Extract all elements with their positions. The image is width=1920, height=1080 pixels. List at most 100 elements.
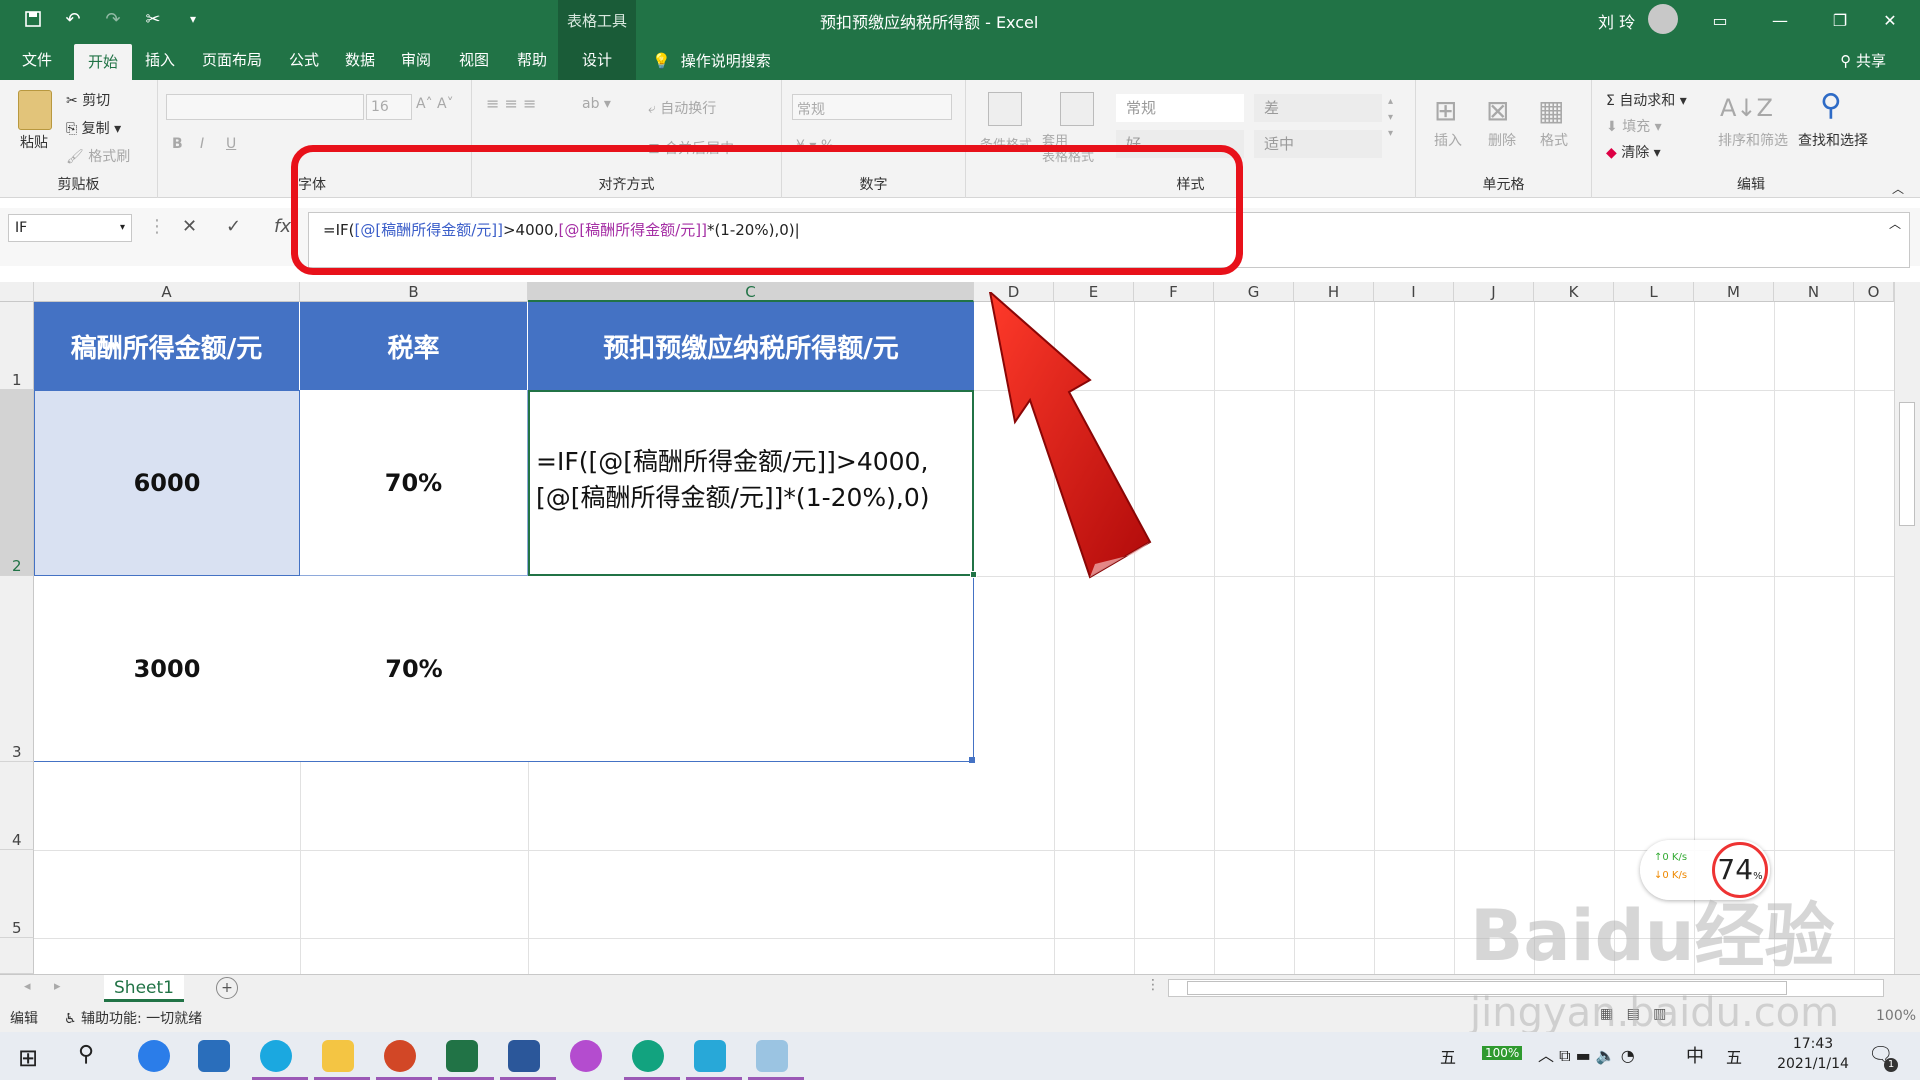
column-header-k[interactable]: K [1534, 282, 1614, 302]
clock-date[interactable]: 2021/1/14 [1768, 1056, 1858, 1072]
add-sheet-icon[interactable]: + [216, 977, 238, 999]
column-header-a[interactable]: A [34, 282, 300, 302]
paste-button[interactable]: 粘贴 [20, 132, 48, 152]
windows-start-icon[interactable]: ⊞ [18, 1044, 38, 1072]
split-handle[interactable]: ⋮ [1146, 977, 1160, 993]
row-header-4[interactable]: 4 [0, 762, 34, 850]
find-icon[interactable]: ⚲ [1820, 88, 1842, 123]
cancel-icon[interactable]: ✕ [182, 216, 197, 237]
orientation-icon[interactable]: ab ▾ [582, 96, 611, 112]
row-header-3[interactable]: 3 [0, 576, 34, 762]
sort-filter-icon[interactable]: A↓Z [1720, 94, 1773, 122]
excel-icon[interactable] [446, 1040, 478, 1072]
format-cells-icon[interactable]: ▦ [1538, 94, 1564, 127]
tab-view[interactable]: 视图 [450, 40, 498, 80]
sort-filter-button[interactable]: 排序和筛选 [1718, 130, 1788, 150]
column-header-l[interactable]: L [1614, 282, 1694, 302]
styles-scroll-icon[interactable]: ▴ ▾ ▾ [1388, 94, 1393, 142]
column-header-j[interactable]: J [1454, 282, 1534, 302]
tab-formulas[interactable]: 公式 [280, 40, 328, 80]
row-header-6[interactable] [0, 938, 34, 974]
autosum-button[interactable]: Σ 自动求和 ▾ [1606, 90, 1687, 110]
powerpoint-icon[interactable] [384, 1040, 416, 1072]
find-select-button[interactable]: 查找和选择 [1798, 130, 1868, 150]
insert-cells-button[interactable]: 插入 [1434, 130, 1462, 150]
sheet-nav-prev-icon[interactable]: ◂ [24, 979, 31, 994]
format-table-icon[interactable] [1060, 92, 1094, 126]
table-resize-handle[interactable] [969, 757, 975, 763]
format-cells-button[interactable]: 格式 [1540, 130, 1568, 150]
style-neutral[interactable]: 适中 [1254, 130, 1382, 158]
wrap-text-button[interactable]: ⤶ 自动换行 [648, 98, 716, 118]
number-format-select[interactable]: 常规 [792, 94, 952, 120]
undo-icon[interactable]: ↶ [60, 6, 86, 32]
font-name-select[interactable] [166, 94, 364, 120]
italic-button[interactable]: I [200, 136, 204, 152]
avatar[interactable] [1648, 4, 1678, 34]
table-header-prepaid[interactable]: 预扣预缴应纳税所得额/元 [528, 302, 974, 390]
column-header-i[interactable]: I [1374, 282, 1454, 302]
accessibility-status[interactable]: ♿ 辅助功能: 一切就绪 [64, 1008, 202, 1028]
app-tool-icon[interactable] [756, 1040, 788, 1072]
column-header-h[interactable]: H [1294, 282, 1374, 302]
select-all-corner[interactable] [0, 282, 34, 302]
close-icon[interactable]: ✕ [1860, 0, 1920, 40]
align-top-icon[interactable]: ≡ ≡ ≡ [486, 94, 536, 113]
copy-button[interactable]: ⎘ 复制 ▾ [66, 118, 121, 138]
tell-me-search[interactable]: 💡 操作说明搜索 [652, 50, 771, 71]
row-header-5[interactable]: 5 [0, 850, 34, 938]
column-header-o[interactable]: O [1854, 282, 1894, 302]
minimize-icon[interactable]: — [1750, 0, 1810, 40]
column-header-m[interactable]: M [1694, 282, 1774, 302]
cell-c2-active[interactable]: =IF([@[稿酬所得金额/元]]>4000, [@[稿酬所得金额/元]]*(1… [528, 390, 974, 576]
tab-page-layout[interactable]: 页面布局 [194, 40, 270, 80]
search-icon[interactable]: ⚲ [78, 1042, 94, 1067]
cell-b2[interactable]: 70% [300, 390, 528, 576]
fill-handle[interactable] [970, 571, 977, 578]
tab-data[interactable]: 数据 [336, 40, 384, 80]
sheet-nav-next-icon[interactable]: ▸ [54, 979, 61, 994]
column-header-c[interactable]: C [528, 282, 974, 302]
cell-c3[interactable] [528, 576, 974, 762]
cell-b3[interactable]: 70% [300, 576, 528, 762]
tab-file[interactable]: 文件 [10, 40, 64, 80]
column-header-n[interactable]: N [1774, 282, 1854, 302]
edge-icon[interactable] [632, 1040, 664, 1072]
font-size-select[interactable]: 16 [366, 94, 412, 120]
cell-a3[interactable]: 3000 [34, 576, 300, 762]
collapse-ribbon-icon[interactable]: ︿ [1892, 180, 1904, 197]
zoom-level[interactable]: 100% [1876, 1008, 1916, 1024]
delete-cells-button[interactable]: 删除 [1488, 130, 1516, 150]
browser-e-icon[interactable] [260, 1040, 292, 1072]
tab-insert[interactable]: 插入 [136, 40, 184, 80]
ribbon-display-icon[interactable]: ▭ [1690, 0, 1750, 40]
expand-formula-icon[interactable]: ︿ [1889, 215, 1901, 232]
user-name[interactable]: 刘 玲 [1598, 9, 1635, 33]
tab-home[interactable]: 开始 [74, 44, 132, 80]
paste-icon[interactable] [18, 90, 52, 130]
battery-percent[interactable]: 100% [1482, 1046, 1523, 1060]
vertical-scrollbar[interactable] [1894, 282, 1920, 974]
row-header-1[interactable]: 1 [0, 302, 34, 390]
tab-review[interactable]: 审阅 [392, 40, 440, 80]
clock-time[interactable]: 17:43 [1768, 1036, 1858, 1052]
vertical-scroll-thumb[interactable] [1899, 402, 1915, 526]
share-button[interactable]: ⚲ 共享 [1840, 50, 1886, 71]
clear-button[interactable]: ◆ 清除 ▾ [1606, 142, 1661, 162]
tab-help[interactable]: 帮助 [508, 40, 556, 80]
customize-qat-icon[interactable]: ▾ [180, 6, 206, 32]
fill-button[interactable]: ⬇ 填充 ▾ [1606, 116, 1662, 136]
insert-function-icon[interactable]: fx [274, 216, 291, 237]
style-normal[interactable]: 常规 [1116, 94, 1244, 122]
table-header-rate[interactable]: 税率 [300, 302, 528, 390]
column-header-g[interactable]: G [1214, 282, 1294, 302]
format-painter-button[interactable]: 🖌 格式刷 [66, 146, 130, 166]
app-monitor-icon[interactable] [694, 1040, 726, 1072]
language-indicator[interactable]: 中 [1686, 1042, 1704, 1068]
app-l-icon[interactable] [138, 1040, 170, 1072]
conditional-format-icon[interactable] [988, 92, 1022, 126]
cell-a2[interactable]: 6000 [34, 390, 300, 576]
row-header-2[interactable]: 2 [0, 390, 34, 576]
grow-font-icon[interactable]: A˄ A˅ [416, 96, 454, 112]
tray-icons[interactable]: ︿ ⧉ ▬ 🔈 ◔ [1538, 1042, 1635, 1066]
